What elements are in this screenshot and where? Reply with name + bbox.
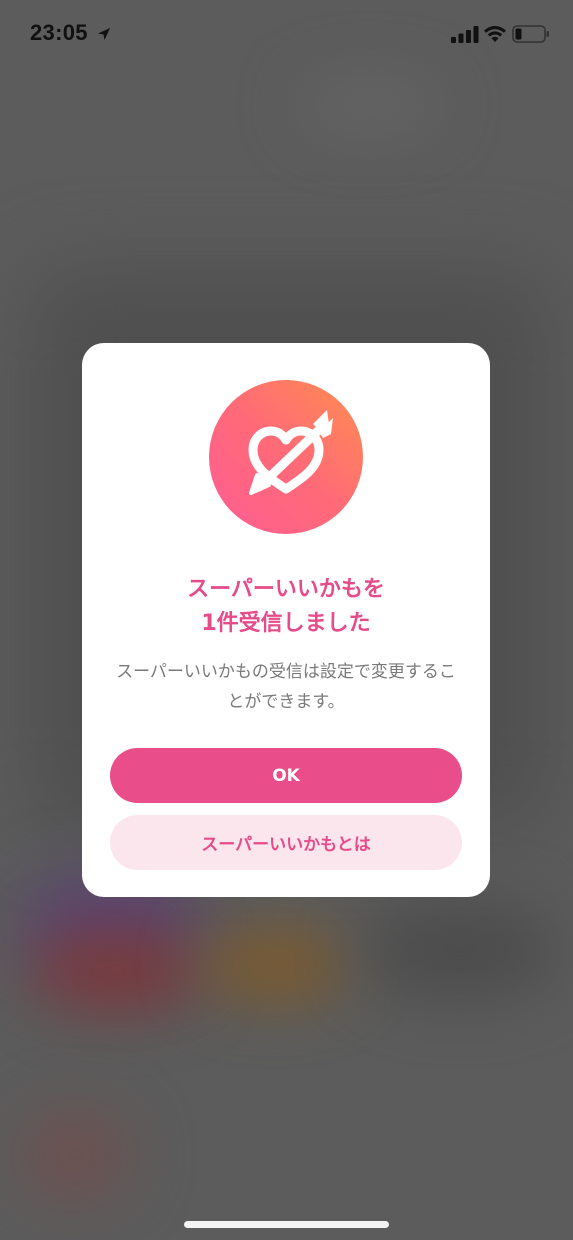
dialog-title: スーパーいいかもを 1件受信しました	[82, 573, 490, 641]
dialog-message: スーパーいいかもの受信は設定で変更することができます。	[116, 662, 456, 712]
dialog-title-line1: スーパーいいかもを	[187, 577, 385, 602]
battery-icon	[512, 25, 549, 43]
home-indicator[interactable]	[184, 1221, 389, 1228]
ok-button[interactable]: OK	[110, 748, 462, 803]
wifi-icon	[484, 26, 506, 42]
dialog-title-line2: 1件受信しました	[201, 611, 371, 636]
status-time: 23:05	[30, 20, 88, 45]
heart-arrow-icon	[209, 380, 363, 534]
location-icon	[98, 28, 110, 40]
status-bar: 23:05	[0, 0, 573, 66]
super-like-dialog: スーパーいいかもを 1件受信しました スーパーいいかもの受信は設定で変更すること…	[82, 343, 490, 897]
signal-icon	[451, 26, 479, 43]
what-is-super-like-button[interactable]: スーパーいいかもとは	[110, 815, 462, 870]
